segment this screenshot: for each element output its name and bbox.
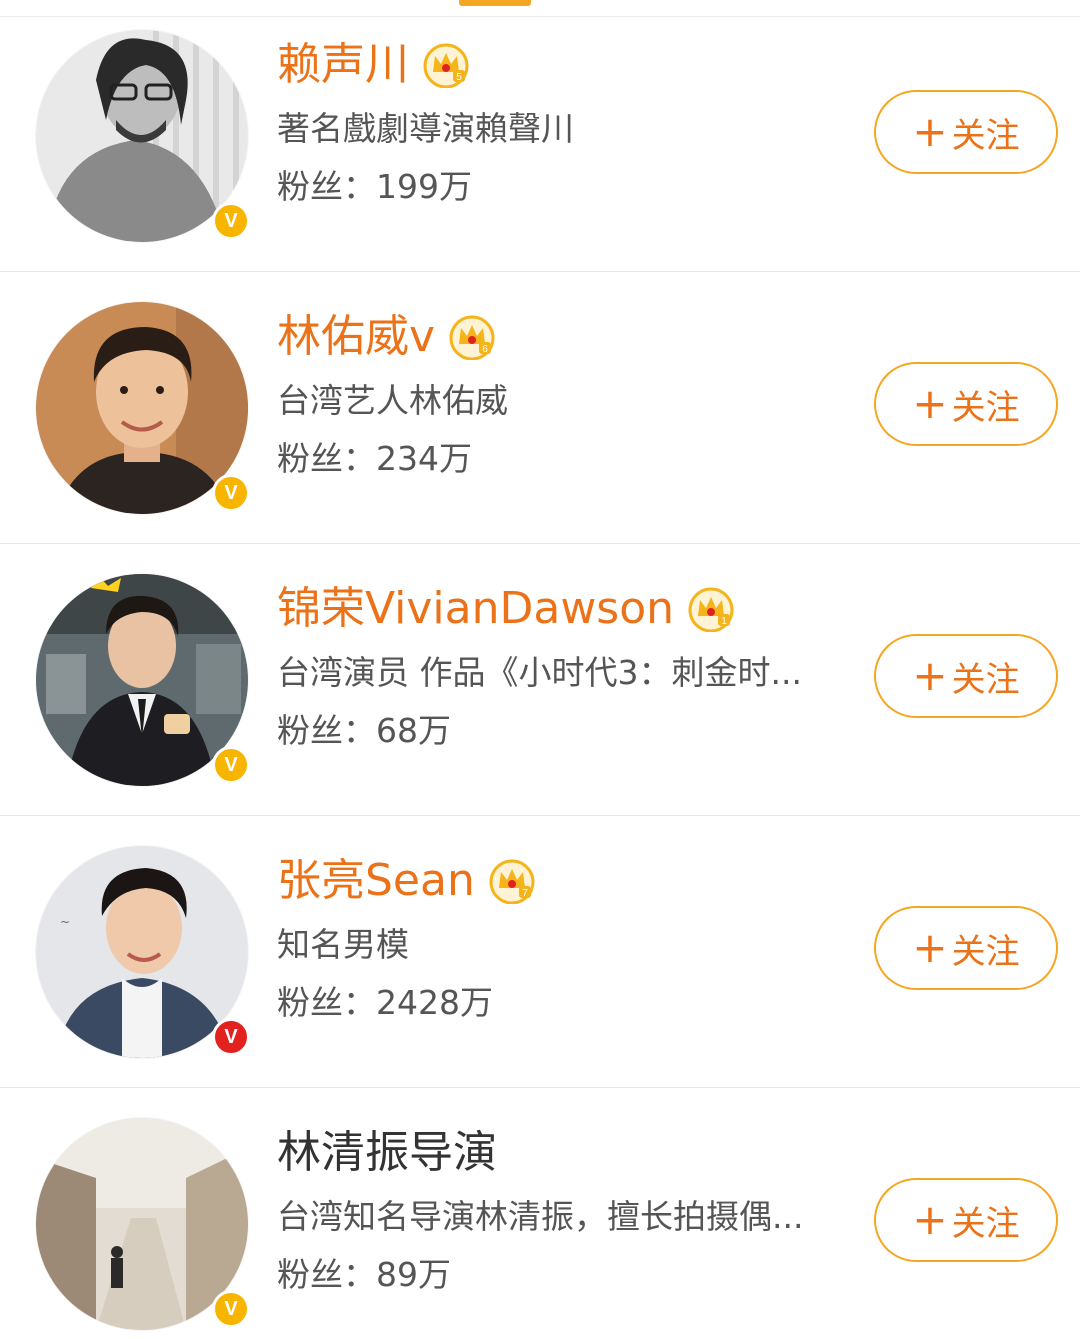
- fans-count: 粉丝：234万: [277, 436, 472, 482]
- avatar-container[interactable]: V: [36, 302, 250, 516]
- fans-label: 粉丝：: [277, 711, 376, 750]
- follow-label: 关注: [951, 659, 1020, 700]
- fans-value: 68万: [376, 711, 451, 750]
- user-description: 台湾艺人林佑威: [277, 381, 508, 420]
- fans-label: 粉丝：: [277, 983, 376, 1022]
- name-line: 林佑威v 6: [277, 306, 495, 368]
- user-name[interactable]: 林佑威v: [277, 306, 435, 368]
- fans-count: 粉丝：2428万: [277, 980, 493, 1026]
- fans-label: 粉丝：: [277, 1255, 376, 1294]
- fans-label: 粉丝：: [277, 167, 376, 206]
- user-description: 著名戲劇導演賴聲川: [277, 109, 574, 148]
- plus-icon: +: [912, 1195, 948, 1244]
- name-line: 张亮Sean 7: [277, 850, 535, 912]
- name-line: 赖声川 5: [277, 34, 469, 96]
- avatar-container[interactable]: V: [36, 574, 250, 788]
- verified-badge-icon: V: [212, 1290, 250, 1328]
- plus-icon: +: [912, 107, 948, 156]
- crown-icon[interactable]: 5: [423, 42, 469, 88]
- crown-level: 5: [456, 72, 462, 83]
- user-description: 台湾演员 作品《小时代3：刺金时...: [277, 653, 802, 692]
- follow-label: 关注: [951, 115, 1020, 156]
- fans-value: 234万: [376, 439, 472, 478]
- verified-badge-icon: V: [212, 202, 250, 240]
- fans-count: 粉丝：199万: [277, 164, 472, 210]
- fans-label: 粉丝：: [277, 439, 376, 478]
- signature-text: ~: [60, 915, 70, 929]
- avatar-container[interactable]: ~ V: [36, 846, 250, 1060]
- verified-badge-icon: V: [212, 1018, 250, 1056]
- crown-level: 7: [522, 888, 528, 899]
- follow-label: 关注: [951, 931, 1020, 972]
- fans-count: 粉丝：68万: [277, 708, 451, 754]
- user-list-screen: V 赖声川 5 著名戲劇導演賴聲川 粉丝：199万 + 关注 V 林佑威v 6 …: [0, 0, 1080, 1339]
- user-name[interactable]: 赖声川: [277, 34, 409, 96]
- user-row-2[interactable]: V 林佑威v 6 台湾艺人林佑威 粉丝：234万 + 关注: [0, 272, 1080, 544]
- follow-button[interactable]: + 关注: [874, 362, 1058, 446]
- name-line: 锦荣VivianDawson 1: [277, 578, 734, 640]
- user-name[interactable]: 林清振导演: [277, 1122, 497, 1184]
- avatar-container[interactable]: V: [36, 1118, 250, 1332]
- follow-button[interactable]: + 关注: [874, 90, 1058, 174]
- plus-icon: +: [912, 379, 948, 428]
- verified-badge-icon: V: [212, 474, 250, 512]
- user-description: 知名男模: [277, 925, 409, 964]
- crown-level: 6: [482, 344, 488, 355]
- user-name[interactable]: 锦荣VivianDawson: [277, 578, 674, 640]
- crown-icon[interactable]: 1: [688, 586, 734, 632]
- crown-icon[interactable]: 6: [449, 314, 495, 360]
- user-row-3[interactable]: V 锦荣VivianDawson 1 台湾演员 作品《小时代3：刺金时... 粉…: [0, 544, 1080, 816]
- plus-icon: +: [912, 651, 948, 700]
- follow-button[interactable]: + 关注: [874, 906, 1058, 990]
- name-line: 林清振导演: [277, 1122, 497, 1184]
- follow-label: 关注: [951, 387, 1020, 428]
- user-description: 台湾知名导演林清振，擅长拍摄偶...: [277, 1197, 804, 1236]
- fans-value: 2428万: [376, 983, 493, 1022]
- follow-label: 关注: [951, 1203, 1020, 1244]
- avatar-container[interactable]: V: [36, 30, 250, 244]
- fans-value: 89万: [376, 1255, 451, 1294]
- user-row-5[interactable]: V 林清振导演 台湾知名导演林清振，擅长拍摄偶... 粉丝：89万 + 关注: [0, 1088, 1080, 1339]
- fans-value: 199万: [376, 167, 472, 206]
- user-row-4[interactable]: ~ V 张亮Sean 7 知名男模 粉丝：2428万 + 关注: [0, 816, 1080, 1088]
- user-name[interactable]: 张亮Sean: [277, 850, 475, 912]
- follow-button[interactable]: + 关注: [874, 634, 1058, 718]
- plus-icon: +: [912, 923, 948, 972]
- follow-button[interactable]: + 关注: [874, 1178, 1058, 1262]
- user-row-1[interactable]: V 赖声川 5 著名戲劇導演賴聲川 粉丝：199万 + 关注: [0, 0, 1080, 272]
- verified-badge-icon: V: [212, 746, 250, 784]
- crown-level: 1: [721, 616, 727, 627]
- crown-icon[interactable]: 7: [489, 858, 535, 904]
- fans-count: 粉丝：89万: [277, 1252, 451, 1298]
